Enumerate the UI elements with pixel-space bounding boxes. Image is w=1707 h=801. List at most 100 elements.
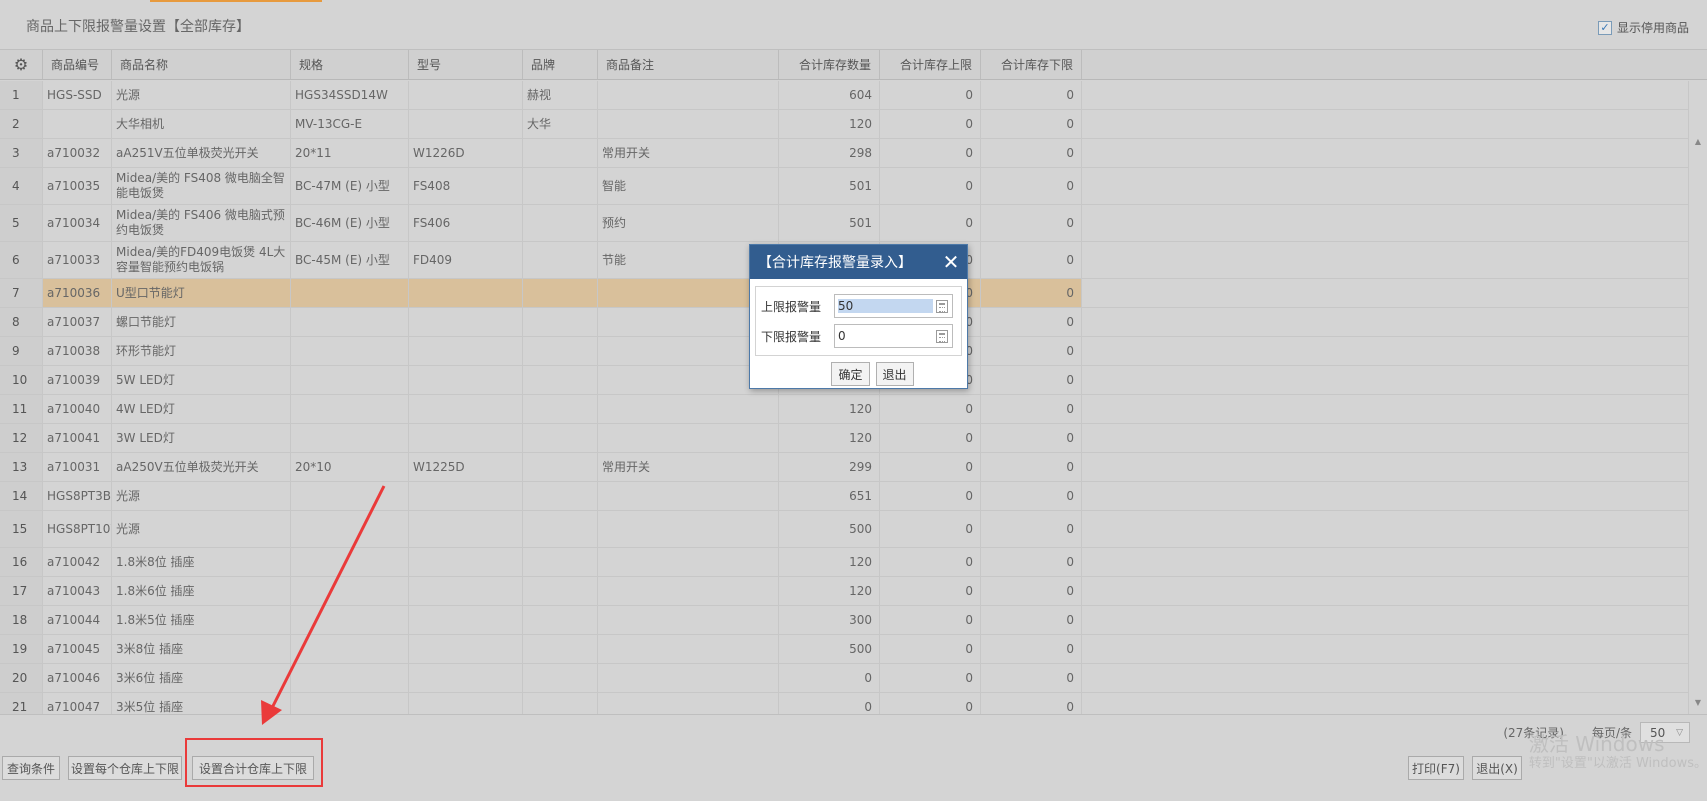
cell-lower[interactable]: 0: [981, 366, 1082, 394]
close-icon[interactable]: ✕: [941, 252, 961, 272]
cell-code[interactable]: a710041: [43, 424, 112, 452]
cell-brand[interactable]: [523, 242, 598, 278]
cell-name[interactable]: 光源: [112, 81, 291, 109]
cell-model[interactable]: [409, 635, 523, 663]
cell-lower[interactable]: 0: [981, 664, 1082, 692]
cell-name[interactable]: 1.8米8位 插座: [112, 548, 291, 576]
cell-qty[interactable]: 298: [779, 139, 880, 167]
row-number[interactable]: 5: [0, 205, 43, 241]
column-header-name[interactable]: 商品名称: [112, 50, 291, 79]
cell-brand[interactable]: 赫视: [523, 81, 598, 109]
cell-model[interactable]: [409, 577, 523, 605]
cell-lower[interactable]: 0: [981, 548, 1082, 576]
cell-model[interactable]: [409, 511, 523, 547]
table-row[interactable]: 5 a710034 Midea/美的 FS406 微电脑式预约电饭煲 BC-46M (…: [0, 205, 1688, 242]
cell-spec[interactable]: BC-46M (E) 小型: [291, 205, 409, 241]
cell-model[interactable]: [409, 279, 523, 307]
lower-limit-input[interactable]: [838, 329, 933, 343]
cell-brand[interactable]: [523, 168, 598, 204]
cell-upper[interactable]: 0: [880, 395, 981, 423]
cell-lower[interactable]: 0: [981, 482, 1082, 510]
cell-name[interactable]: 3W LED灯: [112, 424, 291, 452]
cell-model[interactable]: [409, 424, 523, 452]
cell-spec[interactable]: [291, 511, 409, 547]
cell-qty[interactable]: 120: [779, 577, 880, 605]
cell-upper[interactable]: 0: [880, 424, 981, 452]
cell-code[interactable]: [43, 110, 112, 138]
table-row[interactable]: 19 a710045 3米8位 插座 500 0 0: [0, 635, 1688, 664]
cell-code[interactable]: a710036: [43, 279, 112, 307]
cell-model[interactable]: [409, 395, 523, 423]
cell-upper[interactable]: 0: [880, 635, 981, 663]
cell-code[interactable]: a710039: [43, 366, 112, 394]
cell-spec[interactable]: MV-13CG-E: [291, 110, 409, 138]
row-number[interactable]: 4: [0, 168, 43, 204]
cell-brand[interactable]: [523, 693, 598, 714]
cell-lower[interactable]: 0: [981, 606, 1082, 634]
cell-upper[interactable]: 0: [880, 548, 981, 576]
cell-note[interactable]: [598, 577, 779, 605]
cell-name[interactable]: 1.8米5位 插座: [112, 606, 291, 634]
column-header-lower[interactable]: 合计库存下限: [981, 50, 1082, 79]
cell-name[interactable]: aA250V五位单极荧光开关: [112, 453, 291, 481]
cell-note[interactable]: 常用开关: [598, 139, 779, 167]
cell-brand[interactable]: [523, 606, 598, 634]
cell-upper[interactable]: 0: [880, 606, 981, 634]
cell-name[interactable]: U型口节能灯: [112, 279, 291, 307]
row-number[interactable]: 20: [0, 664, 43, 692]
column-header-brand[interactable]: 品牌: [523, 50, 598, 79]
cell-model[interactable]: [409, 337, 523, 365]
cell-qty[interactable]: 501: [779, 205, 880, 241]
cell-note[interactable]: [598, 548, 779, 576]
cell-brand[interactable]: 大华: [523, 110, 598, 138]
cell-model[interactable]: [409, 606, 523, 634]
checkbox-checked-icon[interactable]: ✓: [1597, 20, 1612, 35]
row-number[interactable]: 1: [0, 81, 43, 109]
cell-code[interactable]: a710038: [43, 337, 112, 365]
cell-name[interactable]: 螺口节能灯: [112, 308, 291, 336]
cell-code[interactable]: a710034: [43, 205, 112, 241]
cell-spec[interactable]: [291, 395, 409, 423]
cell-spec[interactable]: [291, 482, 409, 510]
row-number[interactable]: 12: [0, 424, 43, 452]
cell-model[interactable]: [409, 693, 523, 714]
row-number[interactable]: 16: [0, 548, 43, 576]
cell-spec[interactable]: [291, 337, 409, 365]
cell-brand[interactable]: [523, 664, 598, 692]
cell-name[interactable]: 光源: [112, 482, 291, 510]
cell-qty[interactable]: 0: [779, 693, 880, 714]
cell-lower[interactable]: 0: [981, 205, 1082, 241]
cell-name[interactable]: 3米8位 插座: [112, 635, 291, 663]
cell-code[interactable]: a710045: [43, 635, 112, 663]
row-number[interactable]: 7: [0, 279, 43, 307]
row-number[interactable]: 8: [0, 308, 43, 336]
cell-upper[interactable]: 0: [880, 577, 981, 605]
cell-upper[interactable]: 0: [880, 139, 981, 167]
cell-brand[interactable]: [523, 635, 598, 663]
cell-upper[interactable]: 0: [880, 693, 981, 714]
cell-name[interactable]: Midea/美的 FS408 微电脑全智能电饭煲: [112, 168, 291, 204]
cell-upper[interactable]: 0: [880, 511, 981, 547]
table-row[interactable]: 1 HGS-SSD 光源 HGS34SSD14W 赫视 604 0 0: [0, 81, 1688, 110]
row-number[interactable]: 2: [0, 110, 43, 138]
cell-spec[interactable]: [291, 693, 409, 714]
cell-qty[interactable]: 0: [779, 664, 880, 692]
table-row[interactable]: 14 HGS8PT3B 光源 651 0 0: [0, 482, 1688, 511]
row-number[interactable]: 9: [0, 337, 43, 365]
cell-model[interactable]: [409, 548, 523, 576]
upper-limit-input[interactable]: [838, 299, 933, 313]
cell-brand[interactable]: [523, 453, 598, 481]
cell-qty[interactable]: 120: [779, 395, 880, 423]
calculator-icon[interactable]: [936, 300, 948, 313]
scroll-up-icon[interactable]: ▲: [1689, 137, 1707, 146]
cell-note[interactable]: [598, 511, 779, 547]
cell-model[interactable]: FD409: [409, 242, 523, 278]
cell-code[interactable]: a710032: [43, 139, 112, 167]
cell-upper[interactable]: 0: [880, 110, 981, 138]
table-row[interactable]: 13 a710031 aA250V五位单极荧光开关 20*10 W1225D 常用开关 29…: [0, 453, 1688, 482]
cell-code[interactable]: a710044: [43, 606, 112, 634]
cell-lower[interactable]: 0: [981, 693, 1082, 714]
row-number[interactable]: 10: [0, 366, 43, 394]
cell-spec[interactable]: [291, 366, 409, 394]
cell-name[interactable]: Midea/美的 FS406 微电脑式预约电饭煲: [112, 205, 291, 241]
